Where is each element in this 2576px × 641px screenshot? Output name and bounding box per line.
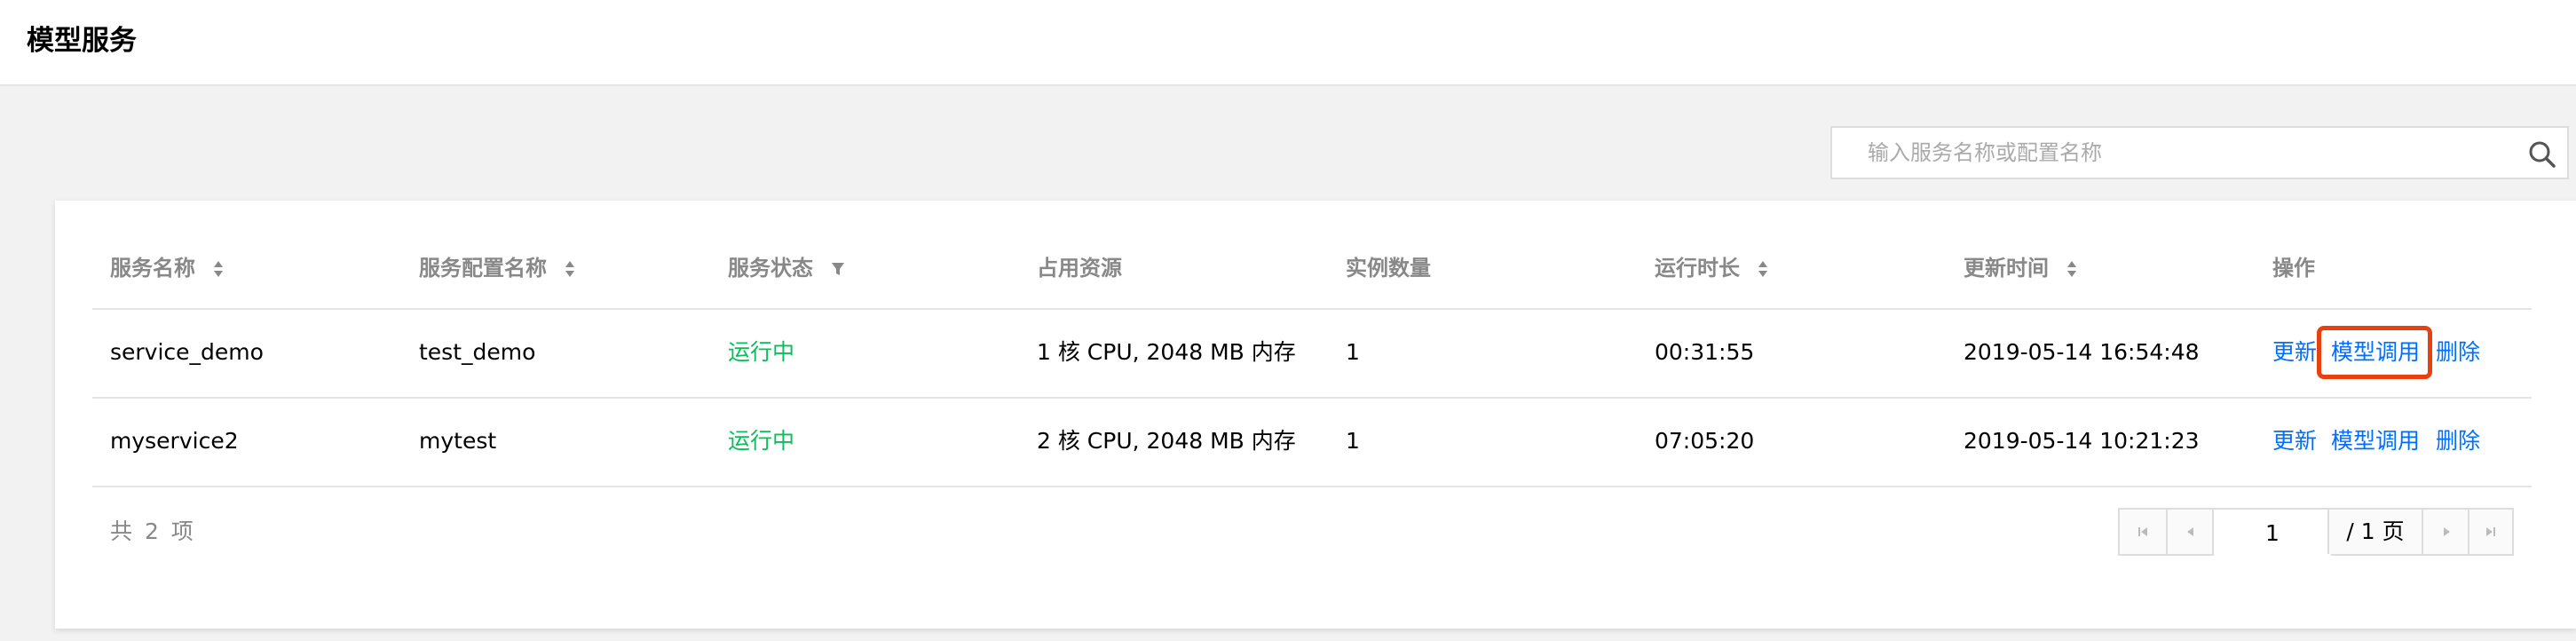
cell-duration: 07:05:20 [1655, 428, 1755, 454]
column-header-resources: 占用资源 [1037, 254, 1122, 282]
services-table-card: 服务名称 服务配置名称 服务状态 占用资源 实例数量 运行时长 更新时间 操作 [55, 201, 2576, 629]
cell-service-name: service_demo [110, 339, 264, 365]
column-header-service-name[interactable]: 服务名称 [110, 254, 224, 282]
column-header-instances: 实例数量 [1346, 254, 1431, 282]
column-header-label: 运行时长 [1655, 256, 1740, 281]
column-header-label: 服务名称 [110, 256, 195, 281]
delete-link[interactable]: 删除 [2436, 337, 2480, 368]
cell-instances: 1 [1346, 428, 1360, 454]
sort-icon[interactable] [2066, 260, 2077, 278]
update-link[interactable]: 更新 [2272, 337, 2317, 368]
sort-icon[interactable] [213, 260, 224, 278]
next-page-icon [2444, 527, 2450, 536]
page-total: / 1 页 [2329, 510, 2422, 554]
page-title: 模型服务 [27, 25, 137, 57]
column-header-updated[interactable]: 更新时间 [1964, 254, 2077, 282]
page-number-input[interactable] [2214, 510, 2331, 556]
update-link[interactable]: 更新 [2272, 426, 2317, 456]
cell-updated: 2019-05-14 10:21:23 [1964, 428, 2200, 454]
filter-icon[interactable] [831, 261, 845, 277]
column-header-status[interactable]: 服务状态 [728, 254, 845, 282]
column-header-label: 实例数量 [1346, 256, 1431, 281]
row-divider [92, 486, 2532, 487]
column-header-label: 更新时间 [1964, 256, 2049, 281]
cell-resources: 2 核 CPU, 2048 MB 内存 [1037, 428, 1296, 454]
row-divider [92, 397, 2532, 399]
cell-instances: 1 [1346, 339, 1360, 365]
cell-config-name: mytest [419, 428, 497, 454]
last-page-button[interactable] [2469, 510, 2512, 554]
prev-page-icon [2187, 527, 2193, 536]
column-header-label: 操作 [2272, 256, 2315, 281]
search-box[interactable] [1830, 126, 2569, 179]
sort-icon[interactable] [565, 260, 575, 278]
column-header-label: 服务状态 [728, 256, 813, 281]
column-header-duration[interactable]: 运行时长 [1655, 254, 1768, 282]
cell-duration: 00:31:55 [1655, 339, 1755, 365]
row-divider [92, 308, 2532, 310]
search-icon[interactable] [2526, 138, 2558, 170]
pagination: / 1 页 [2118, 508, 2514, 556]
column-header-config-name[interactable]: 服务配置名称 [419, 254, 575, 282]
first-page-icon [2138, 527, 2147, 536]
last-page-icon [2486, 527, 2495, 536]
next-page-button[interactable] [2423, 510, 2469, 554]
status-badge: 运行中 [728, 339, 795, 365]
first-page-button[interactable] [2120, 510, 2166, 554]
column-header-label: 服务配置名称 [419, 256, 547, 281]
page-header: 模型服务 [0, 0, 2576, 86]
cell-service-name: myservice2 [110, 428, 239, 454]
model-invoke-link[interactable]: 模型调用 [2331, 426, 2420, 456]
cell-config-name: test_demo [419, 339, 536, 365]
highlight-annotation [2317, 326, 2432, 379]
cell-resources: 1 核 CPU, 2048 MB 内存 [1037, 339, 1296, 365]
delete-link[interactable]: 删除 [2436, 426, 2480, 456]
sort-icon[interactable] [1758, 260, 1768, 278]
column-header-actions: 操作 [2272, 254, 2315, 282]
total-count: 共 2 项 [110, 518, 194, 544]
prev-page-button[interactable] [2168, 510, 2214, 554]
search-input[interactable] [1834, 130, 2542, 176]
cell-updated: 2019-05-14 16:54:48 [1964, 339, 2200, 365]
status-badge: 运行中 [728, 428, 795, 454]
column-header-label: 占用资源 [1037, 256, 1122, 281]
